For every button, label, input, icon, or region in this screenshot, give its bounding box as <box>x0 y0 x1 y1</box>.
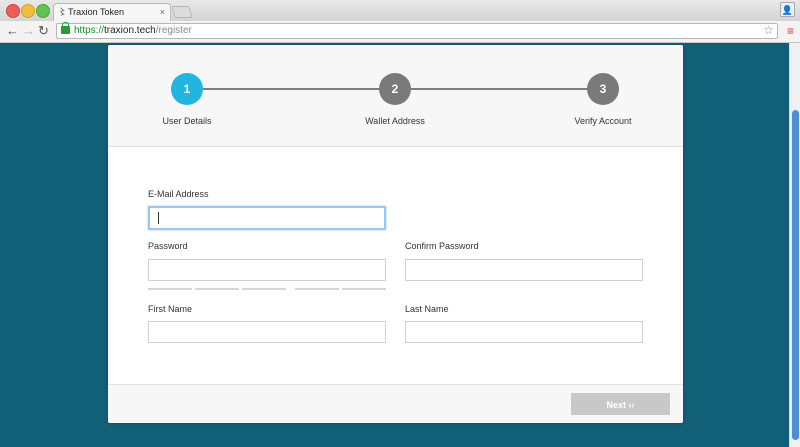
url-host: traxion.tech <box>104 25 156 36</box>
scrollbar-thumb[interactable] <box>792 110 799 440</box>
password-strength-segment <box>295 288 339 290</box>
page-scrollbar[interactable] <box>789 43 800 447</box>
step-3-label: Verify Account <box>574 116 632 126</box>
password-field[interactable] <box>148 259 386 281</box>
next-button[interactable]: Next ›› <box>571 393 670 415</box>
password-strength-segment <box>342 288 386 290</box>
url-scheme: https:// <box>74 25 105 36</box>
forward-arrow-icon[interactable]: → <box>22 23 35 39</box>
browser-titlebar: 〻 Traxion Token × 👤 <box>0 0 800 22</box>
last-name-label: Last Name <box>405 304 449 314</box>
password-strength-segment <box>148 288 192 290</box>
lock-icon <box>61 22 70 34</box>
email-label: E-Mail Address <box>148 189 209 199</box>
back-arrow-icon[interactable]: ← <box>6 23 19 39</box>
maximize-window-button[interactable] <box>36 4 50 18</box>
tab-favicon-icon: 〻 <box>58 7 68 17</box>
url-path: /register <box>155 25 192 36</box>
browser-tab[interactable]: 〻 Traxion Token × <box>53 3 171 21</box>
registration-card: 1 2 3 User Details Wallet Address Verify… <box>108 45 683 423</box>
password-strength-segment <box>195 288 239 290</box>
email-field[interactable] <box>148 206 386 230</box>
step-connector <box>411 88 587 90</box>
minimize-window-button[interactable] <box>21 4 35 18</box>
step-connector <box>203 88 379 90</box>
profile-icon[interactable]: 👤 <box>780 2 795 17</box>
step-1-label: User Details <box>162 116 212 126</box>
step-3-circle[interactable]: 3 <box>587 73 619 105</box>
wizard-footer: Next ›› <box>108 384 683 423</box>
first-name-label: First Name <box>148 304 193 314</box>
new-tab-button[interactable] <box>171 6 193 18</box>
tab-title: Traxion Token <box>68 7 125 17</box>
address-bar[interactable]: https://traxion.tech/register ☆ <box>56 22 778 39</box>
menu-icon[interactable]: ≡ <box>787 23 794 39</box>
last-name-field[interactable] <box>405 321 643 343</box>
password-label: Password <box>148 241 188 251</box>
reload-icon[interactable]: ↻ <box>38 23 49 39</box>
step-1-circle[interactable]: 1 <box>171 73 203 105</box>
step-2-circle[interactable]: 2 <box>379 73 411 105</box>
wizard-steps: 1 2 3 User Details Wallet Address Verify… <box>108 45 683 147</box>
tab-close-icon[interactable]: × <box>160 4 165 21</box>
close-window-button[interactable] <box>6 4 20 18</box>
star-icon[interactable]: ☆ <box>763 23 774 37</box>
browser-toolbar: ← → ↻ https://traxion.tech/register ☆ ≡ <box>0 21 800 43</box>
text-caret <box>158 212 159 224</box>
step-2-label: Wallet Address <box>365 116 425 126</box>
confirm-password-label: Confirm Password <box>405 241 479 251</box>
password-strength-segment <box>242 288 286 290</box>
first-name-field[interactable] <box>148 321 386 343</box>
confirm-password-field[interactable] <box>405 259 643 281</box>
